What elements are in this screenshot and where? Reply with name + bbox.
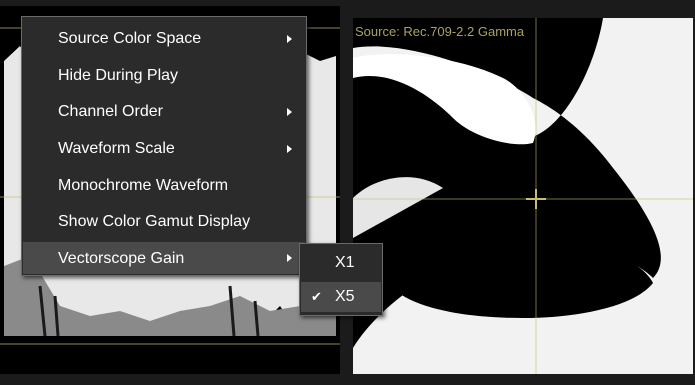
vectorscope-plot bbox=[353, 18, 693, 374]
submenu-item-x5[interactable]: ✔ X5 bbox=[301, 282, 381, 312]
submenu-arrow-icon bbox=[287, 34, 292, 43]
menu-item-label: Monochrome Waveform bbox=[58, 177, 229, 194]
menu-item-vectorscope-gain[interactable]: Vectorscope Gain bbox=[23, 242, 305, 274]
menu-item-show-color-gamut-display[interactable]: Show Color Gamut Display bbox=[23, 205, 305, 238]
menu-item-label: Source Color Space bbox=[58, 30, 202, 47]
menu-item-label: Channel Order bbox=[58, 103, 163, 120]
context-menu: Source Color Space Hide During Play Chan… bbox=[21, 16, 307, 276]
menu-item-label: Waveform Scale bbox=[58, 140, 175, 157]
check-icon: ✔ bbox=[311, 289, 322, 304]
menu-item-waveform-scale[interactable]: Waveform Scale bbox=[23, 132, 305, 165]
menu-item-hide-during-play[interactable]: Hide During Play bbox=[23, 59, 305, 92]
menu-item-channel-order[interactable]: Channel Order bbox=[23, 95, 305, 128]
submenu-item-label: X1 bbox=[335, 254, 355, 271]
menu-item-source-color-space[interactable]: Source Color Space bbox=[23, 22, 305, 55]
menu-item-label: Hide During Play bbox=[58, 67, 179, 84]
menu-item-label: Vectorscope Gain bbox=[58, 250, 185, 267]
menu-item-label: Show Color Gamut Display bbox=[58, 213, 251, 230]
vectorscope[interactable]: Source: Rec.709-2.2 Gamma bbox=[353, 18, 693, 374]
submenu-item-label: X5 bbox=[335, 288, 355, 305]
vectorscope-gain-submenu: X1 ✔ X5 bbox=[299, 243, 383, 316]
submenu-arrow-icon bbox=[287, 144, 292, 153]
source-label: Source: Rec.709-2.2 Gamma bbox=[355, 24, 525, 39]
menu-item-monochrome-waveform[interactable]: Monochrome Waveform bbox=[23, 169, 305, 202]
submenu-item-x1[interactable]: X1 bbox=[301, 248, 381, 278]
submenu-arrow-icon bbox=[287, 107, 292, 116]
submenu-arrow-icon bbox=[287, 254, 292, 262]
